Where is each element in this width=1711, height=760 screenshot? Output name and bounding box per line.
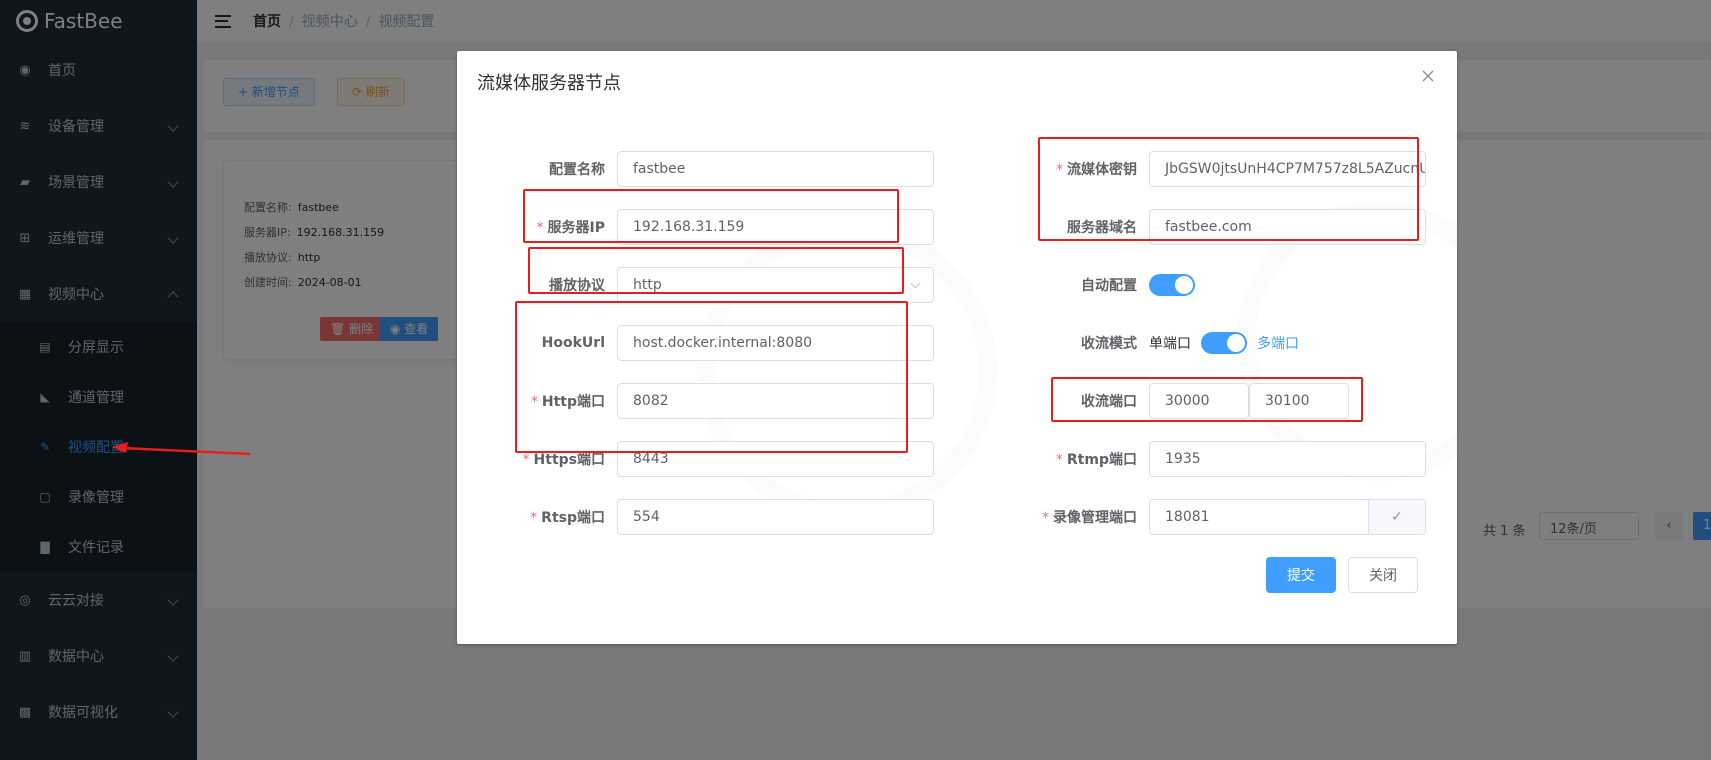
multi-port-label: 多端口 — [1257, 336, 1299, 352]
check-icon[interactable]: ✓ — [1369, 499, 1426, 535]
form-row-config-name: 配置名称 fastbee — [507, 151, 934, 187]
media-server-dialog: 流媒体服务器节点 配置名称 fastbee * 服务器IP 192.168.31.… — [457, 51, 1457, 644]
red-highlight-box — [528, 247, 904, 294]
single-port-label: 单端口 — [1149, 336, 1191, 352]
field-label: * Rtsp端口 — [507, 507, 617, 527]
red-highlight-box — [523, 189, 899, 243]
required-mark: * — [522, 452, 530, 468]
required-mark: * — [1055, 452, 1063, 468]
close-button[interactable]: 关闭 — [1348, 557, 1418, 593]
field-label-text: Https端口 — [533, 452, 605, 468]
form-row-rtsp-port: * Rtsp端口 554 — [507, 499, 934, 535]
field-label: 自动配置 — [1017, 275, 1149, 295]
field-label-text: 自动配置 — [1081, 278, 1137, 294]
close-icon[interactable] — [1421, 67, 1437, 83]
field-label-text: Rtsp端口 — [541, 510, 605, 526]
rtsp-port-input[interactable]: 554 — [617, 499, 934, 535]
required-mark: * — [530, 510, 538, 526]
auto-config-switch[interactable] — [1149, 274, 1195, 296]
record-port-input[interactable]: 18081 — [1149, 499, 1369, 535]
field-label: * 录像管理端口 — [1017, 507, 1149, 527]
chevron-down-icon — [910, 278, 921, 289]
field-label: 收流模式 — [1017, 333, 1149, 353]
red-highlight-box — [1038, 137, 1419, 241]
form-row-auto-config: 自动配置 — [1017, 267, 1195, 303]
field-label: 配置名称 — [507, 159, 617, 179]
red-highlight-box — [515, 301, 908, 453]
form-row-record-port: * 录像管理端口 18081 ✓ — [1017, 499, 1426, 535]
rtmp-port-input[interactable]: 1935 — [1149, 441, 1426, 477]
red-arrow-annotation — [112, 442, 251, 456]
required-mark: * — [1042, 510, 1049, 526]
field-label-text: Rtmp端口 — [1066, 452, 1137, 468]
field-label-text: 录像管理端口 — [1053, 510, 1137, 526]
field-label-text: 收流模式 — [1081, 336, 1137, 352]
field-label-text: 配置名称 — [549, 162, 605, 178]
form-row-stream-mode: 收流模式 单端口 多端口 — [1017, 325, 1299, 361]
stream-mode-switch[interactable] — [1201, 332, 1247, 354]
field-label: * Rtmp端口 — [1017, 449, 1149, 469]
red-highlight-box — [1051, 377, 1363, 422]
dialog-title: 流媒体服务器节点 — [477, 73, 621, 94]
form-row-rtmp-port: * Rtmp端口 1935 — [1017, 441, 1426, 477]
submit-button[interactable]: 提交 — [1266, 557, 1336, 593]
config-name-input[interactable]: fastbee — [617, 151, 934, 187]
